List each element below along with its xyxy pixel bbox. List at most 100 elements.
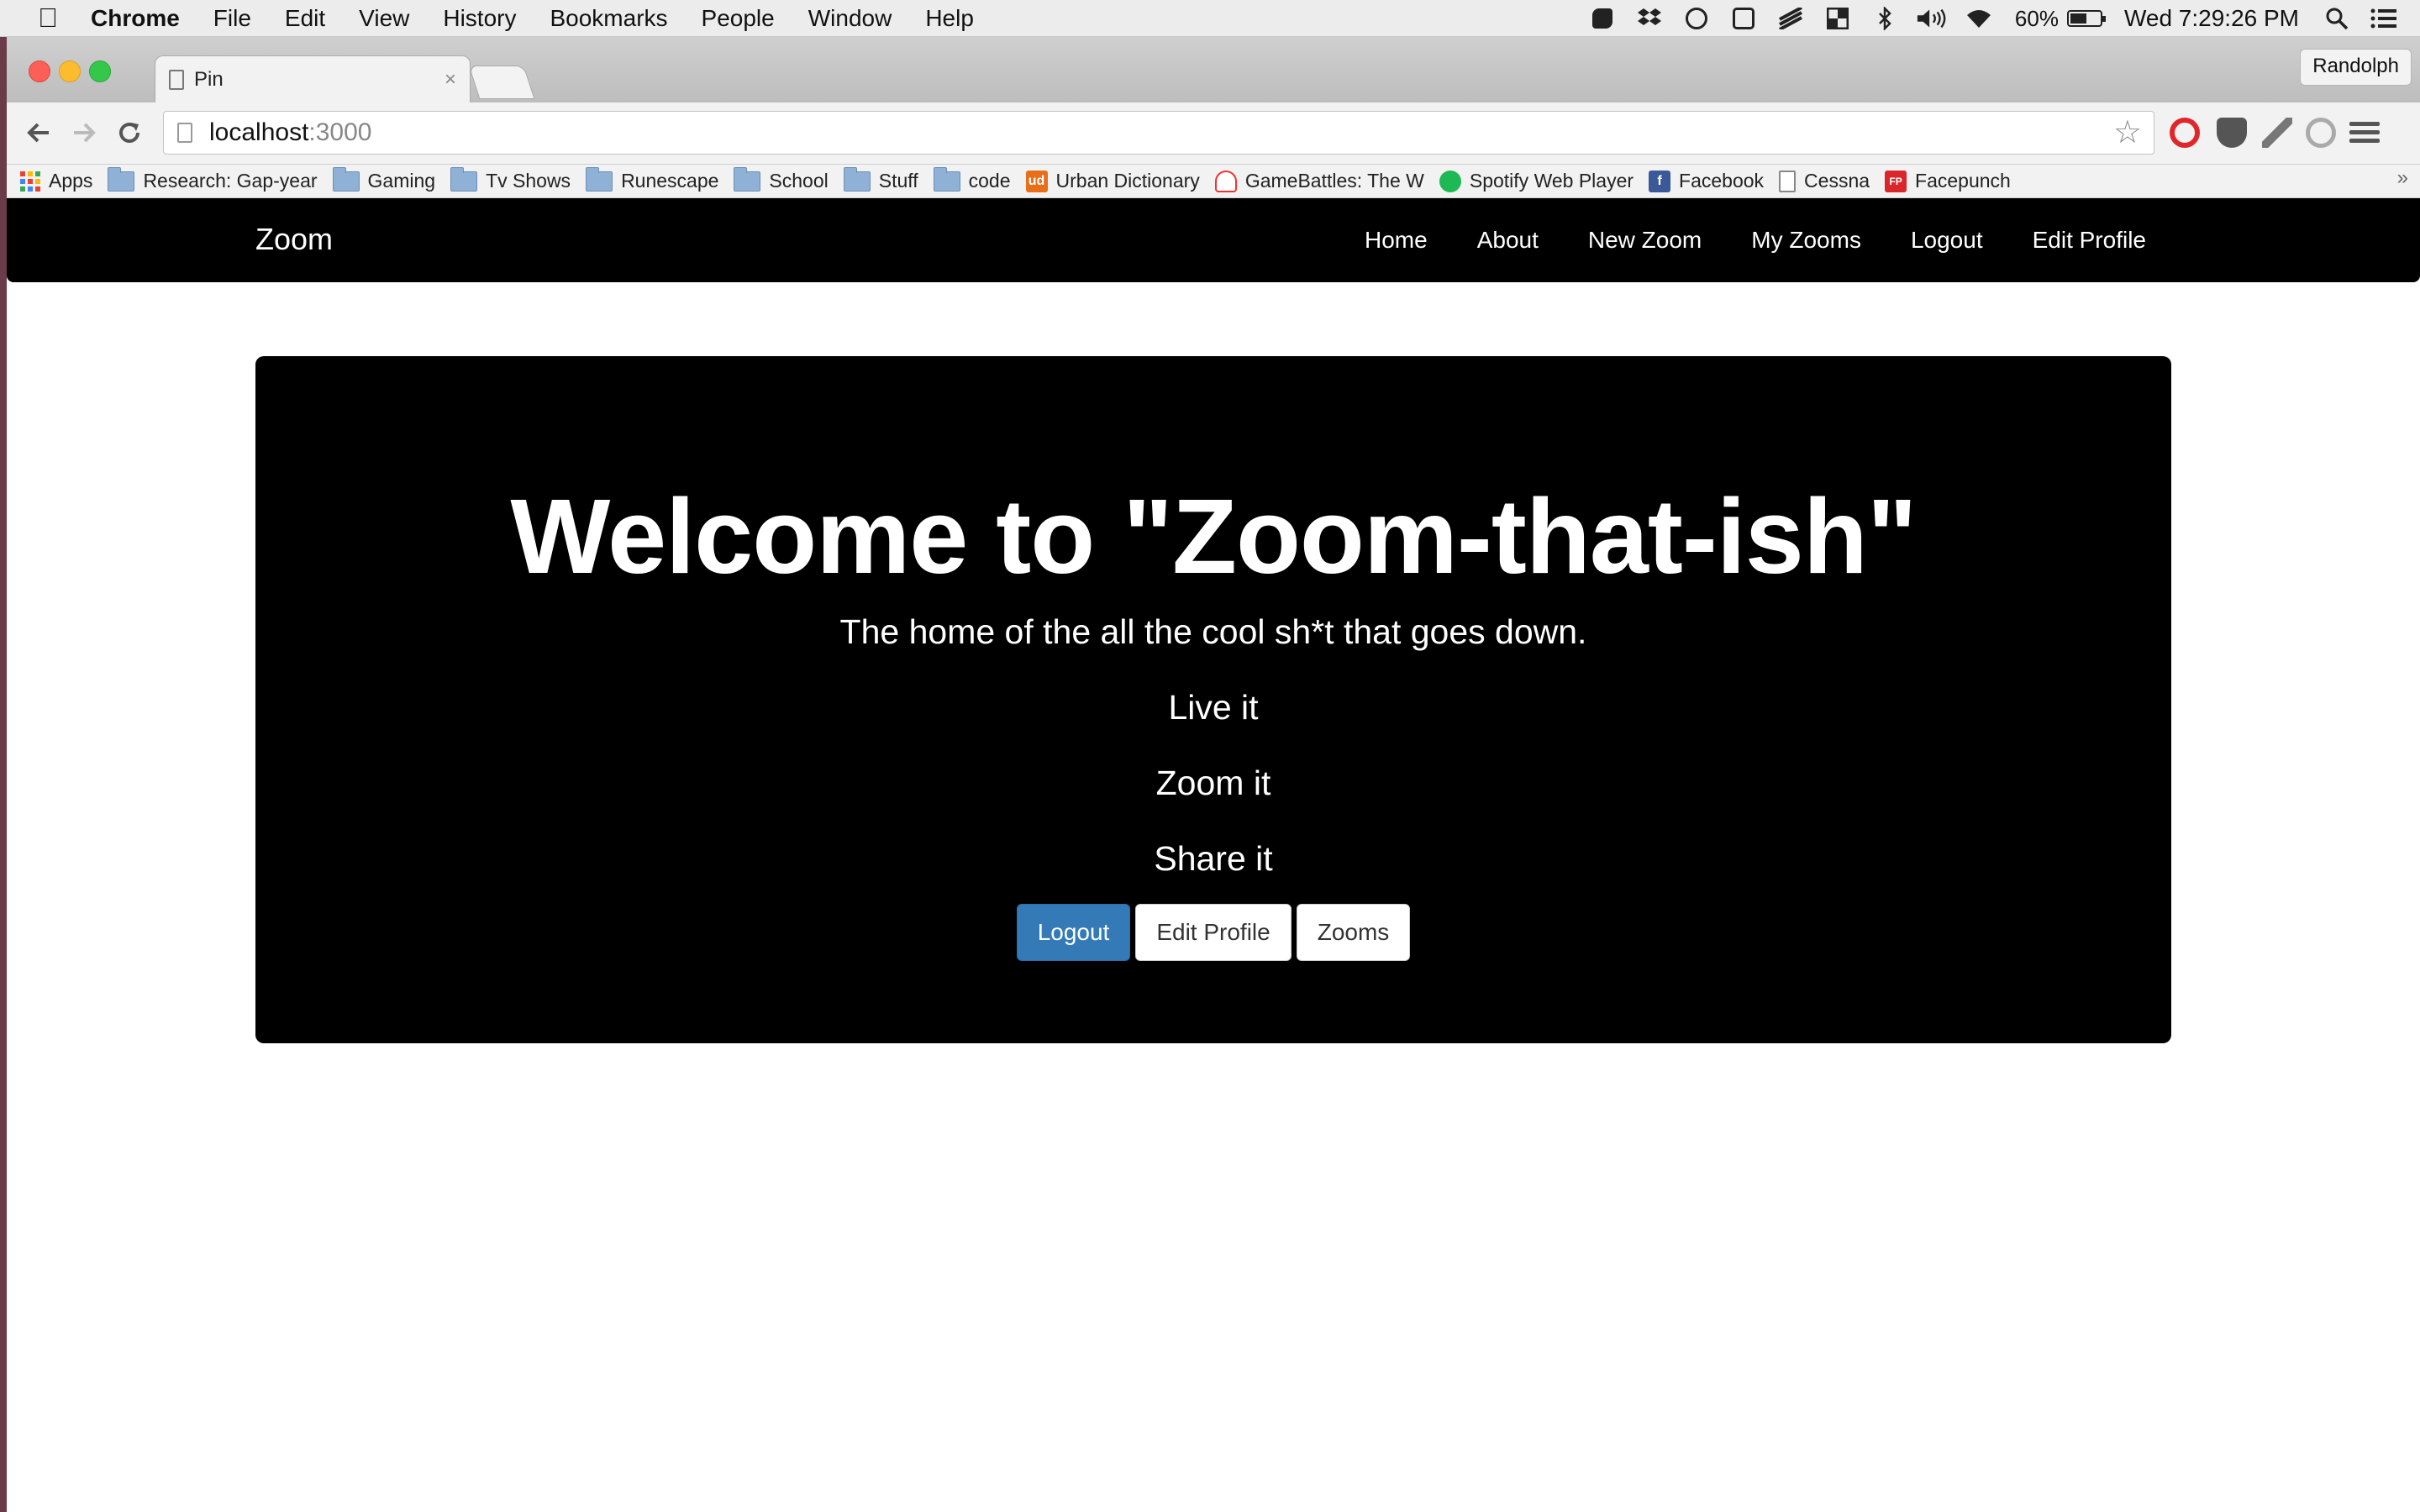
tab-title: Pin [194, 67, 224, 91]
window-zoom-button[interactable] [89, 60, 111, 82]
evernote-icon[interactable] [1586, 6, 1618, 31]
chrome-menu-icon[interactable] [2349, 118, 2380, 146]
gamebattles-icon [1214, 170, 1237, 192]
page-info-icon[interactable] [177, 123, 192, 143]
folder-icon [332, 166, 360, 192]
bookmark-label: Apps [49, 170, 93, 192]
menu-file[interactable]: File [213, 5, 251, 32]
folder-icon [843, 166, 871, 192]
logout-button[interactable]: Logout [1016, 904, 1131, 961]
menu-view[interactable]: View [359, 5, 409, 32]
bookmark-folder-gaming[interactable]: Gaming [332, 166, 436, 192]
folder-icon [933, 166, 960, 192]
battery-fill [2070, 13, 2086, 24]
bookmark-label: Facebook [1679, 170, 1765, 192]
nav-link-edit-profile[interactable]: Edit Profile [2033, 227, 2146, 254]
bookmark-label: Tv Shows [486, 170, 571, 192]
nav-link-my-zooms[interactable]: My Zooms [1751, 227, 1861, 254]
folder-icon [734, 166, 761, 192]
url-port: :3000 [308, 118, 372, 146]
cloud-icon[interactable] [1681, 6, 1712, 31]
apple-menu-icon[interactable]:  [34, 3, 62, 34]
notification-center-icon[interactable] [2368, 6, 2400, 31]
bookmark-gamebattles[interactable]: GameBattles: The W [1214, 170, 1424, 192]
url-host: localhost [209, 118, 309, 146]
nav-link-new-zoom[interactable]: New Zoom [1588, 227, 1702, 254]
tab-close-icon[interactable]: × [445, 68, 456, 92]
window-close-button[interactable] [29, 60, 50, 82]
bookmark-label: Urban Dictionary [1055, 170, 1200, 192]
folder-icon [450, 166, 478, 192]
profile-button[interactable]: Randolph [2300, 49, 2412, 86]
bookmark-label: code [968, 170, 1011, 192]
bookmark-folder-code[interactable]: code [933, 166, 1011, 192]
edit-profile-button[interactable]: Edit Profile [1135, 904, 1292, 961]
nav-link-logout[interactable]: Logout [1911, 227, 1983, 254]
bookmark-star-icon[interactable]: ☆ [2113, 115, 2142, 150]
facepunch-icon: FP [1885, 170, 1907, 192]
opera-extension-icon[interactable] [2170, 118, 2200, 148]
menu-bookmarks[interactable]: Bookmarks [550, 5, 667, 32]
folder-icon [108, 166, 135, 192]
window-minimize-button[interactable] [59, 60, 81, 82]
new-tab-button[interactable] [468, 66, 535, 99]
clock[interactable]: Wed 7:29:26 PM [2124, 5, 2299, 32]
bookmark-folder-research[interactable]: Research: Gap-year [108, 166, 318, 192]
menu-window[interactable]: Window [808, 5, 892, 32]
bookmark-label: Stuff [878, 170, 918, 192]
nav-link-home[interactable]: Home [1365, 227, 1428, 254]
bookmark-apps[interactable]: Apps [20, 170, 92, 192]
bookmark-label: Spotify Web Player [1469, 170, 1634, 192]
bookmark-facepunch[interactable]: FP Facepunch [1885, 170, 2011, 192]
hero-line-live-it: Live it [1168, 688, 1259, 727]
apps-grid-icon [20, 171, 40, 192]
bookmark-label: Runescape [621, 170, 719, 192]
urban-dictionary-icon: ud [1025, 170, 1048, 192]
tab-pin[interactable]: Pin × [155, 55, 471, 102]
bookmark-facebook[interactable]: f Facebook [1649, 170, 1764, 192]
bookmark-folder-runescape[interactable]: Runescape [586, 166, 719, 192]
bookmarks-bar: Apps Research: Gap-year Gaming Tv Shows … [7, 165, 2420, 198]
bookmark-cessna[interactable]: Cessna [1779, 170, 1870, 192]
macos-menu-bar:  Chrome File Edit View History Bookmark… [0, 0, 2420, 37]
bookmark-label: Gaming [367, 170, 436, 192]
record-icon[interactable] [1728, 6, 1760, 31]
sync-extension-icon[interactable] [2306, 118, 2336, 148]
hero-line-share-it: Share it [1154, 839, 1273, 878]
bookmark-folder-stuff[interactable]: Stuff [843, 166, 918, 192]
spotlight-icon[interactable] [2321, 6, 2353, 31]
bluetooth-icon[interactable] [1869, 6, 1901, 31]
document-icon [1779, 170, 1797, 192]
grid-icon[interactable] [1822, 6, 1854, 31]
menu-people[interactable]: People [702, 5, 775, 32]
address-bar[interactable]: localhost:3000 ☆ [163, 111, 2154, 155]
facebook-icon: f [1649, 170, 1671, 192]
navbar-brand[interactable]: Zoom [255, 222, 333, 257]
bookmarks-overflow-icon[interactable]: » [2397, 166, 2408, 190]
forward-icon[interactable] [66, 114, 103, 151]
bookmark-folder-school[interactable]: School [734, 166, 829, 192]
menu-help[interactable]: Help [925, 5, 974, 32]
pocket-extension-icon[interactable] [2217, 118, 2247, 148]
bookmark-folder-tv-shows[interactable]: Tv Shows [450, 166, 571, 192]
menu-app-chrome[interactable]: Chrome [91, 5, 180, 32]
dropbox-icon[interactable] [1634, 6, 1665, 31]
zooms-button[interactable]: Zooms [1296, 904, 1411, 961]
layers-icon[interactable] [1775, 6, 1807, 31]
back-icon[interactable] [20, 114, 57, 151]
volume-icon[interactable] [1916, 6, 1948, 31]
battery-icon[interactable] [2066, 10, 2106, 27]
wifi-icon[interactable] [1963, 6, 1995, 31]
nav-link-about[interactable]: About [1477, 227, 1539, 254]
page-icon [169, 69, 184, 90]
menu-edit[interactable]: Edit [285, 5, 325, 32]
bookmark-spotify[interactable]: Spotify Web Player [1439, 170, 1634, 192]
eyedropper-extension-icon[interactable] [2262, 118, 2292, 148]
web-page: Zoom Home About New Zoom My Zooms Logout… [7, 198, 2420, 1512]
browser-window: Pin × Randolph localhost:3000 ☆ Apps Re… [7, 37, 2420, 1512]
bookmark-label: Facepunch [1915, 170, 2011, 192]
menu-history[interactable]: History [443, 5, 516, 32]
reload-icon[interactable] [111, 114, 148, 151]
browser-toolbar: localhost:3000 ☆ [7, 102, 2420, 165]
bookmark-urban-dictionary[interactable]: ud Urban Dictionary [1025, 170, 1200, 192]
